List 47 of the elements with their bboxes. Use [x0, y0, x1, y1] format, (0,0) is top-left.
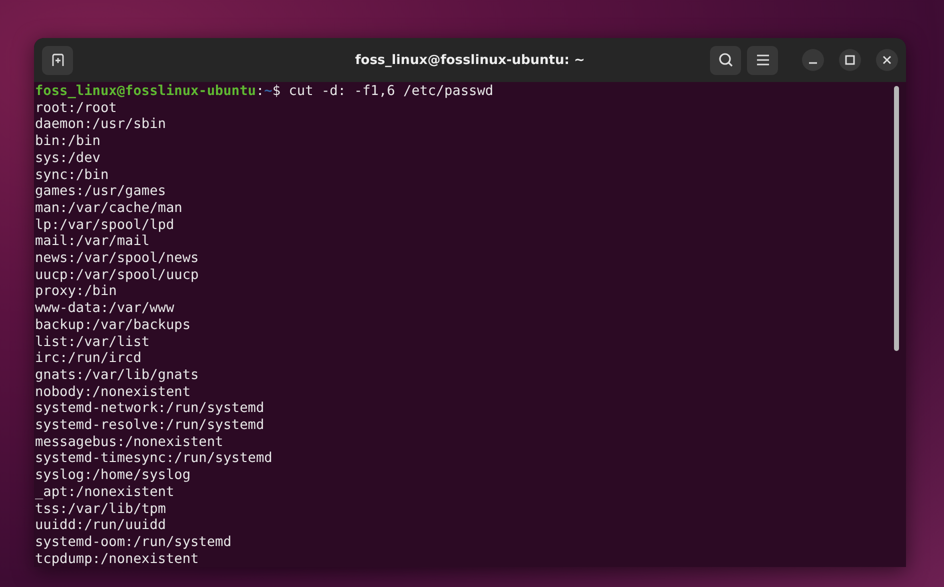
output-line: _apt:/nonexistent	[35, 484, 174, 500]
output-line: games:/usr/games	[35, 183, 166, 200]
minimize-icon	[809, 62, 817, 64]
prompt-symbol: $	[272, 83, 281, 99]
search-icon	[718, 52, 734, 68]
output-line: mail:/var/mail	[35, 233, 150, 250]
menu-icon	[756, 54, 770, 66]
output-line: systemd-oom:/run/systemd	[35, 534, 232, 550]
maximize-icon	[845, 55, 855, 65]
output-line: backup:/var/backups	[35, 316, 190, 333]
output-line: tss:/var/lib/tpm	[35, 500, 166, 517]
output-line: sys:/dev	[35, 150, 100, 166]
output-line: systemd-timesync:/run/systemd	[35, 450, 272, 466]
window-title: foss_linux@fosslinux-ubuntu: ~	[355, 52, 585, 68]
output-line: man:/var/cache/man	[35, 200, 182, 216]
menu-button[interactable]	[747, 46, 778, 74]
prompt-user-host: foss_linux@fosslinux-ubuntu	[35, 83, 256, 99]
output-line: proxy:/bin	[35, 283, 117, 300]
close-button[interactable]	[876, 49, 898, 71]
output-line: daemon:/usr/sbin	[35, 116, 166, 132]
output-line: nobody:/nonexistent	[35, 384, 190, 400]
prompt-separator: :	[256, 83, 264, 99]
output-line: lp:/var/spool/lpd	[35, 216, 174, 233]
output-line: root:/root	[35, 100, 117, 116]
maximize-button[interactable]	[839, 49, 861, 71]
output-line: systemd-resolve:/run/systemd	[35, 417, 264, 434]
output-line: bin:/bin	[35, 133, 100, 150]
output-line: tcpdump:/nonexistent	[35, 550, 199, 567]
output-line: news:/var/spool/news	[35, 250, 199, 266]
output-line: gnats:/var/lib/gnats	[35, 366, 199, 383]
minimize-button[interactable]	[802, 49, 824, 71]
new-tab-icon	[50, 53, 64, 67]
output-line: www-data:/var/www	[35, 300, 174, 316]
command-text: cut -d: -f1,6 /etc/passwd	[288, 83, 494, 99]
output-line: uuidd:/run/uuidd	[35, 517, 166, 534]
output-line: messagebus:/nonexistent	[35, 434, 224, 450]
new-tab-button[interactable]	[42, 46, 73, 74]
output-line: syslog:/home/syslog	[35, 467, 190, 484]
prompt-path: ~	[264, 83, 272, 99]
close-icon	[882, 55, 892, 65]
output-line: list:/var/list	[35, 334, 150, 350]
output-line: sync:/bin	[35, 166, 109, 183]
output-line: systemd-network:/run/systemd	[35, 400, 264, 416]
scrollbar-thumb[interactable]	[894, 86, 899, 351]
search-button[interactable]	[710, 46, 741, 74]
output-line: uucp:/var/spool/uucp	[35, 266, 199, 283]
output-line: irc:/run/ircd	[35, 350, 142, 366]
